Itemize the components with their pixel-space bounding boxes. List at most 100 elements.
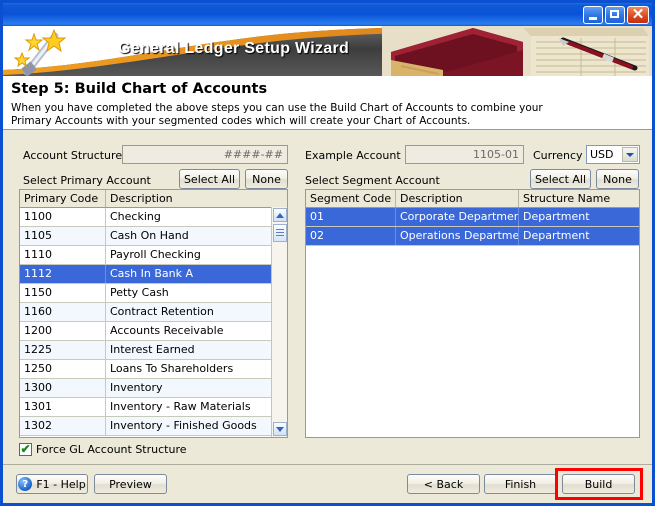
segment-account-grid[interactable]: Segment Code Description Structure Name …: [305, 189, 640, 438]
segment-grid-col-1: Description: [396, 190, 519, 207]
segment-description-cell: Corporate Department: [396, 208, 519, 226]
wizard-banner: General Ledger Setup Wizard: [3, 26, 652, 76]
primary-description-cell: Inventory - Raw Materials: [110, 400, 251, 413]
primary-description-cell: Checking: [110, 210, 161, 223]
table-row[interactable]: 1100 Checking: [20, 208, 287, 227]
primary-description-cell: Payroll Checking: [110, 248, 201, 261]
segment-grid-header: Segment Code Description Structure Name: [306, 190, 639, 208]
primary-description-cell: Contract Retention: [110, 305, 214, 318]
primary-code-cell: 1150: [20, 284, 106, 302]
primary-grid-header: Primary Code Description: [20, 190, 287, 208]
gl-setup-wizard-window: ✕ General Ledger Setup Wizard Step 5: Bu…: [0, 0, 655, 506]
minimize-icon: [589, 16, 597, 20]
maximize-icon: [610, 9, 619, 18]
segment-grid-col-0: Segment Code: [306, 190, 396, 207]
primary-description-cell: Inventory - Finished Goods: [110, 419, 257, 432]
primary-grid-scrollbar[interactable]: [271, 207, 287, 437]
primary-description-cell: Cash In Bank A: [110, 267, 193, 280]
table-row[interactable]: 1150 Petty Cash: [20, 284, 287, 303]
close-icon: ✕: [631, 5, 645, 23]
maximize-button[interactable]: [605, 5, 625, 24]
scrollbar-thumb[interactable]: [273, 224, 287, 242]
table-row[interactable]: 1301 Inventory - Raw Materials: [20, 398, 287, 417]
table-row[interactable]: 1105 Cash On Hand: [20, 227, 287, 246]
step-heading: Step 5: Build Chart of Accounts: [11, 81, 268, 97]
account-structure-label: Account Structure: [23, 149, 123, 162]
chevron-down-icon[interactable]: [622, 147, 638, 162]
table-row[interactable]: 1112 Cash In Bank A: [20, 265, 287, 284]
back-button[interactable]: < Back: [407, 474, 480, 494]
f1-help-label: F1 - Help: [36, 477, 86, 491]
primary-account-grid[interactable]: Primary Code Description 1100 Checking 110…: [19, 189, 288, 438]
force-gl-structure-label: Force GL Account Structure: [36, 443, 187, 456]
table-row[interactable]: 1225 Interest Earned: [20, 341, 287, 360]
segment-none-button[interactable]: None: [596, 169, 639, 189]
primary-description-cell: Loans To Shareholders: [110, 362, 234, 375]
account-structure-field[interactable]: ####-##: [122, 145, 288, 164]
primary-description-cell: Petty Cash: [110, 286, 169, 299]
primary-code-cell: 1225: [20, 341, 106, 359]
banner-title: General Ledger Setup Wizard: [118, 40, 350, 57]
select-primary-account-label: Select Primary Account: [23, 174, 151, 187]
table-row[interactable]: 02 Operations Department Department: [306, 227, 639, 246]
select-segment-account-label: Select Segment Account: [305, 174, 440, 187]
segment-description-cell: Operations Department: [396, 227, 519, 245]
primary-description-cell: Accounts Receivable: [110, 324, 224, 337]
currency-value: USD: [590, 148, 614, 161]
primary-code-cell: 1300: [20, 379, 106, 397]
table-row[interactable]: 01 Corporate Department Department: [306, 208, 639, 227]
f1-help-button[interactable]: ? F1 - Help: [16, 474, 88, 494]
step-header: Step 5: Build Chart of Accounts When you…: [3, 76, 652, 130]
primary-select-all-button[interactable]: Select All: [179, 169, 240, 189]
segment-select-all-button[interactable]: Select All: [530, 169, 591, 189]
segment-structure-cell: Department: [523, 210, 590, 223]
checkbox-box[interactable]: ✔: [19, 443, 32, 456]
primary-none-button[interactable]: None: [245, 169, 288, 189]
example-account-label: Example Account: [305, 149, 401, 162]
wizard-body-panel: Account Structure ####-## Example Accoun…: [3, 130, 652, 463]
scroll-down-arrow-icon[interactable]: [273, 422, 287, 436]
primary-grid-col-1: Description: [110, 192, 173, 205]
help-icon: ?: [18, 477, 33, 491]
segment-grid-col-2: Structure Name: [523, 192, 611, 205]
primary-code-cell: 1250: [20, 360, 106, 378]
example-account-field[interactable]: 1105-01: [405, 145, 524, 164]
title-bar: ✕: [3, 3, 652, 26]
close-button[interactable]: ✕: [627, 5, 649, 24]
primary-code-cell: 1302: [20, 417, 106, 435]
primary-code-cell: 1110: [20, 246, 106, 264]
primary-description-cell: Interest Earned: [110, 343, 195, 356]
primary-code-cell: 1200: [20, 322, 106, 340]
currency-select[interactable]: USD: [586, 145, 640, 164]
check-icon: ✔: [20, 442, 31, 456]
table-row[interactable]: 1250 Loans To Shareholders: [20, 360, 287, 379]
primary-grid-col-0: Primary Code: [20, 190, 106, 207]
table-row[interactable]: 1110 Payroll Checking: [20, 246, 287, 265]
minimize-button[interactable]: [583, 5, 603, 24]
segment-code-cell: 02: [306, 227, 396, 245]
table-row[interactable]: 1200 Accounts Receivable: [20, 322, 287, 341]
primary-code-cell: 1105: [20, 227, 106, 245]
primary-code-cell: 1112: [20, 265, 106, 283]
finish-button[interactable]: Finish: [484, 474, 557, 494]
primary-code-cell: 1100: [20, 208, 106, 226]
preview-button[interactable]: Preview: [94, 474, 167, 494]
table-row[interactable]: 1160 Contract Retention: [20, 303, 287, 322]
primary-description-cell: Inventory: [110, 381, 163, 394]
segment-code-cell: 01: [306, 208, 396, 226]
build-button-highlight: [555, 468, 643, 500]
primary-grid-body: 1100 Checking 1105 Cash On Hand 1110 Payroll …: [20, 208, 287, 436]
currency-label: Currency: [533, 149, 583, 162]
segment-grid-body: 01 Corporate Department Department 02 Operat…: [306, 208, 639, 246]
table-row[interactable]: 1300 Inventory: [20, 379, 287, 398]
step-description-line1: When you have completed the above steps …: [11, 102, 543, 114]
step-description-line2: Primary Accounts with your segmented cod…: [11, 115, 471, 127]
force-gl-structure-checkbox[interactable]: ✔ Force GL Account Structure: [19, 443, 187, 456]
scroll-up-arrow-icon[interactable]: [273, 208, 287, 222]
segment-structure-cell: Department: [523, 229, 590, 242]
footer-bar: ? F1 - Help Preview < Back Finish Build: [3, 464, 652, 503]
ledger-books-icon: [382, 26, 652, 76]
primary-description-cell: Cash On Hand: [110, 229, 189, 242]
primary-code-cell: 1160: [20, 303, 106, 321]
table-row[interactable]: 1302 Inventory - Finished Goods: [20, 417, 287, 436]
